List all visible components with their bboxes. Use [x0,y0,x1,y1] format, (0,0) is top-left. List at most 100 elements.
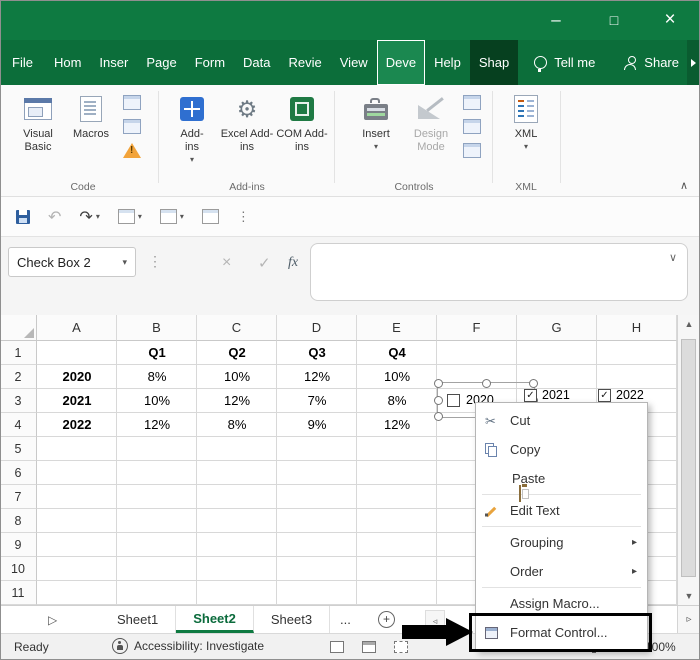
cell-E2[interactable]: 10% [357,365,437,389]
row-header-6[interactable]: 6 [0,461,37,485]
insert-function-button[interactable]: fx [288,255,298,271]
selection-handle[interactable] [434,379,443,388]
properties-icon[interactable] [463,95,481,110]
accessibility-status-button[interactable]: Accessibility: Investigate [112,638,264,654]
sheet-tab-sheet2[interactable]: Sheet2 [176,606,254,633]
macro-security-warning-icon[interactable] [123,143,141,158]
checkbox-2021-box[interactable]: ✓ [524,389,537,402]
cell-B4[interactable]: 12% [117,413,197,437]
menu-item-edit-text[interactable]: Edit Text [476,496,647,525]
checkbox-2022-box[interactable]: ✓ [598,389,611,402]
row-header-8[interactable]: 8 [0,509,37,533]
collapse-ribbon-button[interactable]: ∧ [680,179,688,192]
selection-handle[interactable] [482,379,491,388]
horizontal-scroll-right-button[interactable]: ▹ [677,606,700,633]
relative-references-icon[interactable] [123,119,141,134]
name-box[interactable]: Check Box 2 ▾ [8,247,136,277]
checkbox-2020-box[interactable] [447,394,460,407]
cell-A2[interactable]: 2020 [37,365,117,389]
column-header-E[interactable]: E [357,315,437,341]
tab-data[interactable]: Data [234,40,279,85]
cell-B3[interactable]: 10% [117,389,197,413]
tab-insert[interactable]: Inser [90,40,137,85]
sheet-nav-button[interactable]: ▷ [48,606,57,634]
menu-item-paste[interactable]: Paste [476,464,647,493]
customize-qat-button[interactable]: ⋮ [237,209,250,225]
row-header-10[interactable]: 10 [0,557,37,581]
formula-bar-grip[interactable]: ⋮ [148,253,162,270]
sheet-tab-overflow[interactable]: ... [330,606,361,633]
cell-B2[interactable]: 8% [117,365,197,389]
tab-formulas[interactable]: Form [186,40,234,85]
tell-me-button[interactable]: Tell me [534,40,595,85]
tab-review[interactable]: Revie [280,40,331,85]
cell-E1[interactable]: Q4 [357,341,437,365]
column-header-B[interactable]: B [117,315,197,341]
menu-item-order[interactable]: Order ▸ [476,557,647,586]
normal-view-button[interactable] [330,641,344,653]
cell-D1[interactable]: Q3 [277,341,357,365]
row-header-5[interactable]: 5 [0,437,37,461]
vertical-scrollbar-thumb[interactable] [681,339,696,577]
column-header-C[interactable]: C [197,315,277,341]
column-header-D[interactable]: D [277,315,357,341]
cell-D2[interactable]: 12% [277,365,357,389]
tab-page-layout[interactable]: Page [137,40,185,85]
tab-developer[interactable]: Deve [377,40,425,85]
scroll-up-icon[interactable]: ▲ [678,319,700,329]
qat-custom-button-2[interactable]: ▾ [160,209,184,224]
column-header-F[interactable]: F [437,315,517,341]
scroll-down-icon[interactable]: ▼ [678,591,700,601]
excel-add-ins-button[interactable]: ⚙ Excel Add-ins [220,91,274,177]
tab-file[interactable]: File [0,40,45,85]
name-box-dropdown-icon[interactable]: ▾ [122,257,127,268]
selection-handle[interactable] [529,379,538,388]
row-header-3[interactable]: 3 [0,389,37,413]
sheet-tab-sheet1[interactable]: Sheet1 [100,606,176,633]
tab-home[interactable]: Hom [45,40,90,85]
share-button[interactable]: Share [624,40,679,85]
enter-button[interactable]: ✓ [258,254,271,272]
selection-handle[interactable] [434,412,443,421]
tab-view[interactable]: View [331,40,377,85]
tab-help[interactable]: Help [425,40,470,85]
design-mode-button[interactable]: Design Mode [404,91,458,177]
row-header-11[interactable]: 11 [0,581,37,605]
close-button[interactable]: × [648,0,692,40]
expand-formula-bar-icon[interactable]: ∨ [669,251,677,264]
column-header-H[interactable]: H [597,315,677,341]
cell-B1[interactable]: Q1 [117,341,197,365]
menu-item-grouping[interactable]: Grouping ▸ [476,528,647,557]
cell-C4[interactable]: 8% [197,413,277,437]
qat-custom-button-3[interactable] [202,209,219,224]
xml-source-button[interactable]: XML ▾ [500,91,552,177]
cell-E4[interactable]: 12% [357,413,437,437]
visual-basic-button[interactable]: Visual Basic [12,91,64,177]
cell-C3[interactable]: 12% [197,389,277,413]
redo-button[interactable]: ↷▾ [79,207,99,227]
cell-C1[interactable]: Q2 [197,341,277,365]
column-header-A[interactable]: A [37,315,117,341]
vertical-scrollbar[interactable]: ▲ ▼ [677,315,700,605]
record-macro-icon[interactable] [123,95,141,110]
cell-E3[interactable]: 8% [357,389,437,413]
save-button[interactable] [16,210,30,224]
minimize-button[interactable]: – [534,0,578,40]
cell-D3[interactable]: 7% [277,389,357,413]
cell-D4[interactable]: 9% [277,413,357,437]
maximize-button[interactable]: □ [592,0,636,40]
column-header-G[interactable]: G [517,315,597,341]
row-header-4[interactable]: 4 [0,413,37,437]
row-header-9[interactable]: 9 [0,533,37,557]
cell-A3[interactable]: 2021 [37,389,117,413]
menu-item-cut[interactable]: ✂ Cut [476,406,647,435]
cancel-button[interactable]: × [222,254,231,272]
menu-item-copy[interactable]: Copy [476,435,647,464]
page-layout-view-button[interactable] [362,641,376,653]
insert-control-button[interactable]: Insert ▾ [350,91,402,177]
select-all-corner[interactable] [0,315,37,341]
qat-custom-button-1[interactable]: ▾ [118,209,142,224]
add-ins-button[interactable]: Add-ins ▾ [166,91,218,177]
checkbox-control-2022[interactable]: ✓ 2022 [598,388,644,402]
row-header-7[interactable]: 7 [0,485,37,509]
